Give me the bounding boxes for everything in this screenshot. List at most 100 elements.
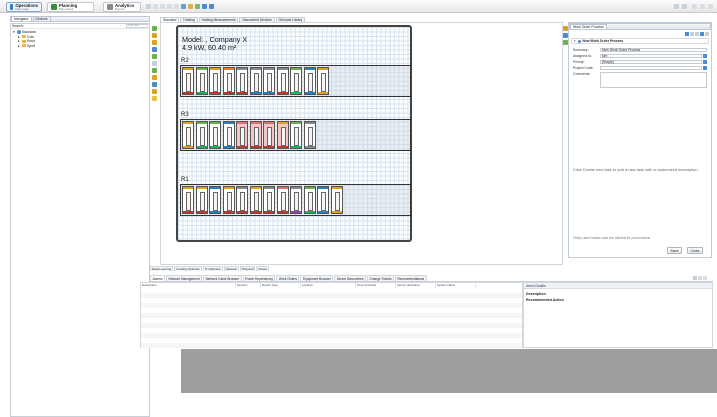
rack[interactable]	[290, 121, 302, 149]
undo-icon[interactable]	[160, 4, 165, 9]
note-tool-icon[interactable]	[152, 75, 157, 80]
minimize-icon[interactable]	[692, 4, 697, 9]
rack[interactable]	[249, 121, 262, 149]
save-button[interactable]: Save	[667, 247, 682, 254]
rack[interactable]	[195, 67, 208, 95]
rack[interactable]	[330, 186, 343, 214]
field-input[interactable]: (Empty)	[600, 59, 702, 65]
power-tool-icon[interactable]	[152, 54, 157, 59]
module-analytics[interactable]: Analytics Reports	[103, 2, 141, 12]
grid-icon[interactable]	[202, 4, 207, 9]
cable-tool-icon[interactable]	[152, 47, 157, 52]
settings-icon[interactable]	[705, 32, 709, 36]
tab-network[interactable]: Network	[223, 266, 239, 271]
cut-icon[interactable]	[174, 4, 179, 9]
tab-power[interactable]: Power	[256, 266, 270, 271]
field-input[interactable]: New Work Order Process	[600, 47, 707, 52]
tab-work-orders[interactable]: Work Orders	[276, 275, 300, 281]
perspective-icon[interactable]	[674, 4, 679, 9]
redo-icon[interactable]	[167, 4, 172, 9]
forward-icon[interactable]	[153, 4, 158, 9]
dropdown-icon[interactable]	[703, 60, 707, 65]
rack[interactable]	[249, 67, 262, 95]
rack[interactable]	[263, 67, 275, 95]
rack[interactable]	[263, 186, 275, 214]
wall-tool-icon[interactable]	[152, 61, 157, 66]
rack[interactable]	[182, 186, 194, 214]
dropdown-icon[interactable]	[703, 53, 707, 58]
filter-icon[interactable]	[693, 276, 697, 280]
rack[interactable]	[290, 67, 302, 95]
rack[interactable]	[236, 121, 248, 149]
collapse-icon[interactable]: ▾	[574, 39, 576, 43]
layout-icon[interactable]	[682, 4, 687, 9]
rack[interactable]	[303, 121, 316, 149]
rack[interactable]	[263, 121, 275, 149]
tab-alarms[interactable]: Alarms	[150, 275, 165, 281]
expand-icon[interactable]: ▾	[13, 30, 16, 34]
tab-work-order-process[interactable]: Work Order Process	[570, 24, 607, 29]
rack[interactable]	[290, 186, 302, 214]
module-planning[interactable]: Planning Plan ahead	[47, 2, 94, 12]
field-input[interactable]	[600, 71, 707, 88]
back-icon[interactable]	[146, 4, 151, 9]
expand-icon[interactable]: ▸	[18, 39, 21, 43]
delete-task-icon[interactable]	[695, 32, 699, 36]
rack[interactable]	[303, 186, 316, 214]
tab-cooling-optimize[interactable]: Cooling Optimize	[174, 266, 202, 271]
close-button[interactable]: Close	[687, 247, 703, 254]
tab-recommendations[interactable]: Recommendations	[395, 275, 427, 281]
rack[interactable]	[236, 67, 248, 95]
field-input[interactable]	[600, 66, 702, 71]
create-task-icon[interactable]	[685, 32, 689, 36]
rack[interactable]	[182, 67, 194, 95]
tab-change-tickets[interactable]: Change Tickets	[367, 275, 394, 281]
dropdown-icon[interactable]	[703, 66, 707, 71]
tab-network-cable-browser[interactable]: Network Cable Browser	[203, 275, 242, 281]
rack[interactable]	[317, 186, 329, 214]
rack[interactable]	[249, 186, 262, 214]
rack[interactable]	[195, 121, 208, 149]
tab-server-discoveries[interactable]: Server Discoveries	[334, 275, 367, 281]
edit-task-icon[interactable]	[690, 32, 694, 36]
zoom-icon[interactable]	[209, 4, 214, 9]
zone-tool-icon[interactable]	[152, 68, 157, 73]
type-filter-input[interactable]: Type filter	[126, 24, 148, 28]
refresh-icon[interactable]	[195, 4, 200, 9]
field-input[interactable]: kim	[600, 53, 702, 58]
measure-tool-icon[interactable]	[152, 82, 157, 87]
expand-icon[interactable]: ▸	[18, 35, 21, 39]
tab-navigator[interactable]: Navigator	[11, 16, 32, 21]
tab-power-dependency[interactable]: Power Dependency	[242, 275, 276, 281]
rack[interactable]	[303, 67, 316, 95]
tab-equipment-browser[interactable]: Equipment Browser	[300, 275, 334, 281]
select-tool-icon[interactable]	[152, 26, 157, 31]
tab-data-layering[interactable]: Data Layering	[150, 266, 174, 271]
tab-it-optimize[interactable]: IT Optimize	[202, 266, 223, 271]
rack[interactable]	[276, 67, 289, 95]
device-tool-icon[interactable]	[152, 40, 157, 45]
rack[interactable]	[222, 121, 235, 149]
highlight-tool-icon[interactable]	[152, 96, 157, 101]
tab-network-management[interactable]: Network Management	[165, 275, 203, 281]
module-operations[interactable]: Operations Daily tasks	[6, 2, 42, 12]
rack[interactable]	[209, 121, 221, 149]
tree-item-sport[interactable]: ▸ Sport	[13, 44, 147, 49]
rack[interactable]	[195, 186, 208, 214]
tab-devices[interactable]: Devices	[32, 16, 51, 21]
rack[interactable]	[222, 67, 235, 95]
rack[interactable]	[209, 186, 221, 214]
rack[interactable]	[276, 121, 289, 149]
move-task-icon[interactable]	[700, 32, 704, 36]
rack[interactable]	[276, 186, 289, 214]
maximize-icon[interactable]	[703, 276, 707, 280]
rack[interactable]	[317, 67, 329, 95]
paste-icon[interactable]	[188, 4, 193, 9]
rack[interactable]	[209, 67, 221, 95]
label-tool-icon[interactable]	[152, 89, 157, 94]
rack[interactable]	[182, 121, 194, 149]
tab-physical[interactable]: Physical	[239, 266, 256, 271]
maximize-icon[interactable]	[700, 4, 705, 9]
copy-icon[interactable]	[181, 4, 186, 9]
floor-plan[interactable]: Model: , Company X 4.9 kW, 60.40 m² R2 R3…	[176, 25, 412, 242]
